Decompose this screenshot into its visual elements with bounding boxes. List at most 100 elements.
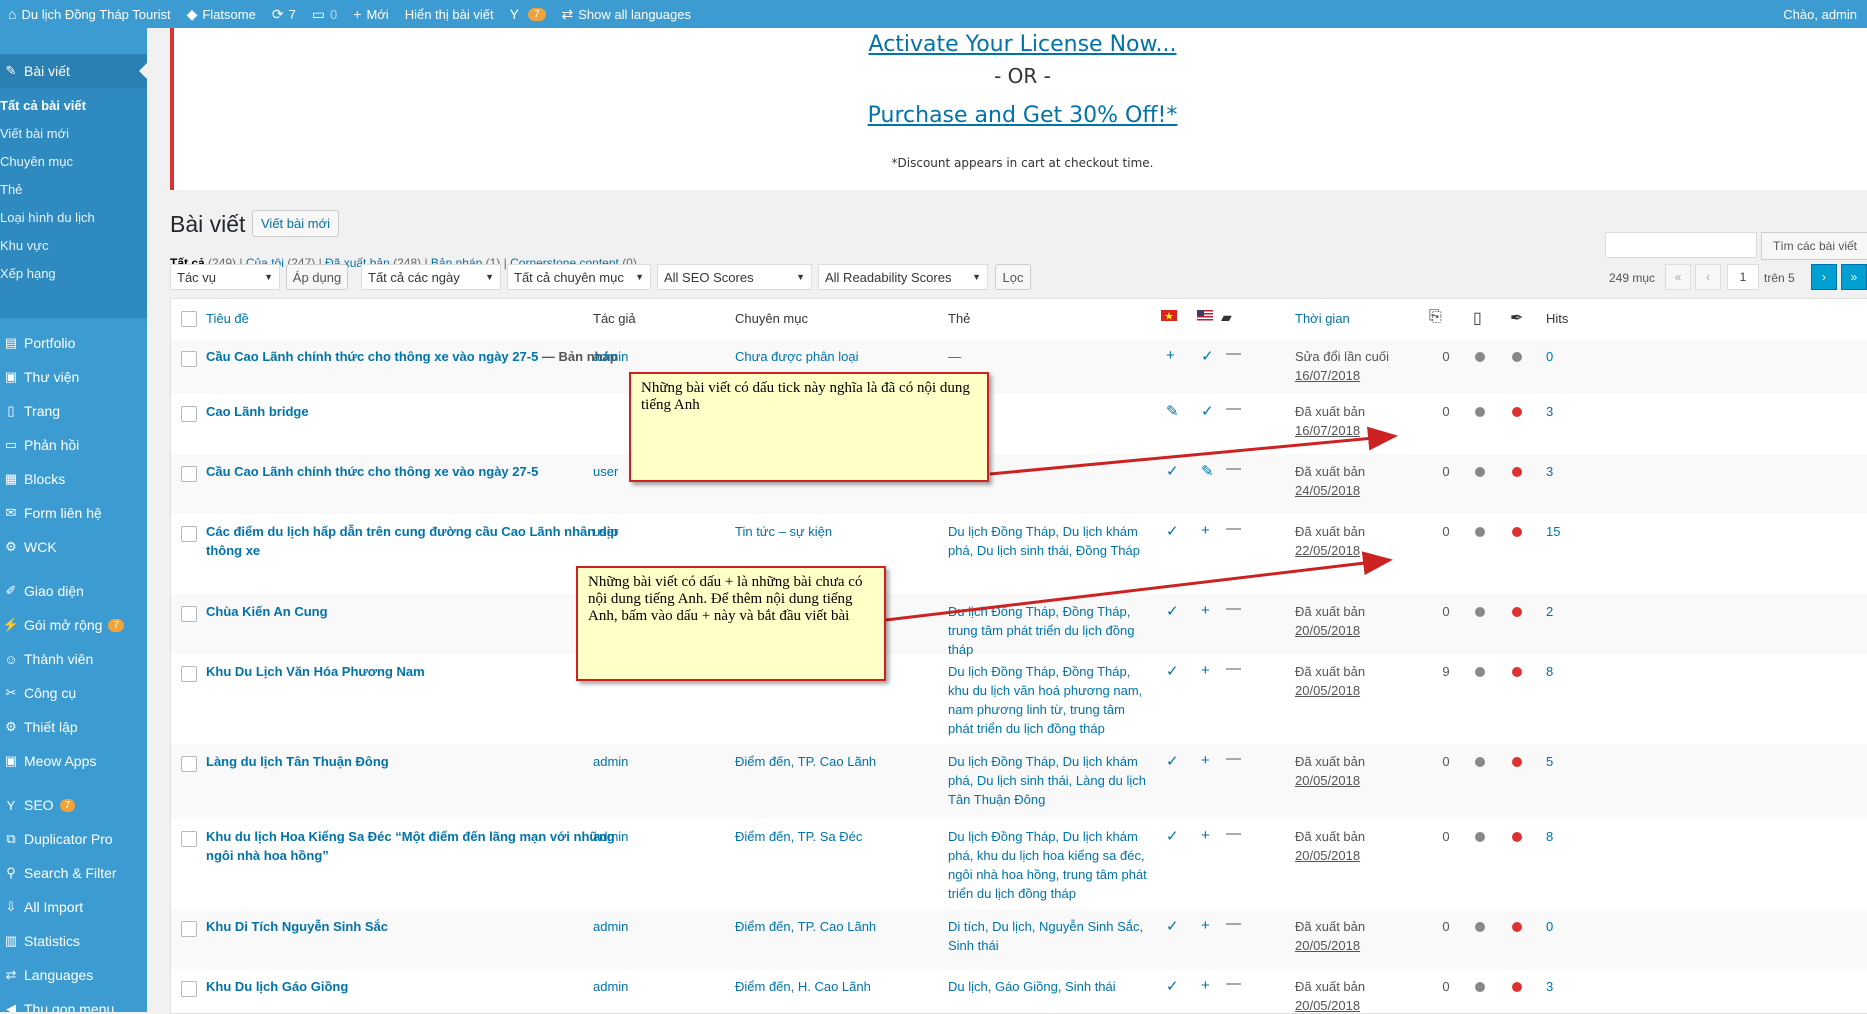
bulk-action-select[interactable]: Tác vụ ▼ [170,264,280,290]
en-pencil-icon[interactable]: ✎ [1201,462,1214,480]
filter-button[interactable]: Lọc [995,264,1031,290]
col-title[interactable]: Tiêu đề [206,311,249,326]
menu-users[interactable]: ☺ Thành viên [0,644,147,674]
vi-checkmark-icon[interactable]: ✓ [1166,462,1179,480]
menu-settings[interactable]: ⚙ Thiết lập [0,712,147,742]
author-link[interactable]: admin [593,977,628,996]
en-plus-icon[interactable]: + [1201,602,1210,619]
author-link[interactable]: admin [593,347,628,366]
menu-portfolio[interactable]: ▤ Portfolio [0,328,147,358]
post-title-link[interactable]: Khu Du Lịch Văn Hóa Phương Nam [206,664,425,679]
tag-links[interactable]: Di tích, Du lịch, Nguyễn Sinh Sắc, Sinh … [948,917,1148,955]
row-checkbox[interactable] [181,526,197,542]
tag-links[interactable]: Du lịch Đồng Tháp, Đồng Tháp, trung tâm … [948,602,1148,659]
submenu-tour-types[interactable]: Loại hình du lịch [0,203,147,231]
menu-media[interactable]: ▣ Thư viện [0,362,147,392]
post-title-link[interactable]: Khu Du lịch Gáo Giồng [206,979,348,994]
menu-meow-apps[interactable]: ▣ Meow Apps [0,746,147,776]
menu-tools[interactable]: ✂ Công cụ [0,678,147,708]
author-link[interactable]: admin [593,917,628,936]
category-filter-select[interactable]: Tất cả chuyên mục ▼ [507,264,651,290]
en-plus-icon[interactable]: + [1201,752,1210,769]
vi-checkmark-icon[interactable]: ✓ [1166,917,1179,935]
category-links[interactable]: Điểm đến, TP. Cao Lãnh [735,752,925,771]
en-plus-icon[interactable]: + [1201,827,1210,844]
tag-links[interactable]: Du lịch Đồng Tháp, Đồng Tháp, khu du lịc… [948,662,1148,738]
post-title-link[interactable]: Cao Lãnh bridge [206,404,309,419]
menu-posts[interactable]: ✎ Bài viết [0,54,147,88]
author-link[interactable]: admin [593,827,628,846]
last-page-button[interactable]: » [1841,264,1867,290]
submenu-regions[interactable]: Khu vực [0,231,147,259]
en-checkmark-icon[interactable]: ✓ [1201,347,1214,365]
row-checkbox[interactable] [181,756,197,772]
vi-checkmark-icon[interactable]: ✓ [1166,522,1179,540]
category-links[interactable]: Điểm đến, TP. Cao Lãnh [735,917,925,936]
activate-license-link[interactable]: Activate Your License Now... [174,32,1867,57]
post-title-link[interactable]: Làng du lịch Tân Thuận Đông [206,754,389,769]
menu-seo[interactable]: Y SEO 7 [0,790,147,820]
vi-checkmark-icon[interactable]: ✓ [1166,977,1179,995]
menu-wck[interactable]: ⚙ WCK [0,532,147,562]
row-checkbox[interactable] [181,606,197,622]
updates-link[interactable]: ⟳ 7 [264,0,304,28]
post-title-link[interactable]: Chùa Kiến An Cung [206,604,328,619]
purchase-link[interactable]: Purchase and Get 30% Off!* [174,103,1867,128]
category-links[interactable]: Tin tức – sự kiện [735,522,925,541]
vi-plus-icon[interactable]: + [1166,347,1175,364]
menu-contact-form[interactable]: ✉ Form liên hệ [0,498,147,528]
category-links[interactable]: Điểm đến, TP. Sa Đéc [735,827,925,846]
category-links[interactable]: Chưa được phân loại [735,347,925,366]
menu-collapse[interactable]: ◀ Thu gọn menu [0,994,147,1012]
search-posts-button[interactable]: Tìm các bài viết [1761,232,1867,260]
author-link[interactable]: user [593,522,618,541]
en-plus-icon[interactable]: + [1201,977,1210,994]
new-content-link[interactable]: + Mới [345,0,396,28]
seo-filter-select[interactable]: All SEO Scores ▼ [657,264,812,290]
vi-checkmark-icon[interactable]: ✓ [1166,752,1179,770]
menu-appearance[interactable]: ✐ Giao diện [0,576,147,606]
post-title-link[interactable]: Các điểm du lịch hấp dẫn trên cung đường… [206,524,618,558]
tag-links[interactable]: Du lịch Đồng Tháp, Du lịch khám phá, Du … [948,522,1148,560]
next-page-button[interactable]: › [1811,264,1837,290]
vi-checkmark-icon[interactable]: ✓ [1166,602,1179,620]
author-link[interactable]: admin [593,752,628,771]
add-new-post-button[interactable]: Viết bài mới [252,210,339,237]
menu-comments[interactable]: ▭ Phản hồi [0,430,147,460]
select-all-checkbox[interactable] [181,311,197,327]
vi-checkmark-icon[interactable]: ✓ [1166,662,1179,680]
readability-filter-select[interactable]: All Readability Scores ▼ [818,264,988,290]
row-checkbox[interactable] [181,981,197,997]
row-checkbox[interactable] [181,466,197,482]
menu-blocks[interactable]: ▦ Blocks [0,464,147,494]
post-title-link[interactable]: Khu Di Tích Nguyễn Sinh Sắc [206,919,388,934]
vi-pencil-icon[interactable]: ✎ [1166,402,1179,420]
site-name-link[interactable]: ⌂ Du lịch Đồng Tháp Tourist [0,0,179,28]
view-posts-link[interactable]: Hiển thị bài viết [397,0,502,28]
comments-link[interactable]: ▭ 0 [304,0,345,28]
yoast-link[interactable]: Y 7 [502,0,554,28]
date-filter-select[interactable]: Tất cả các ngày ▼ [361,264,501,290]
row-checkbox[interactable] [181,406,197,422]
en-checkmark-icon[interactable]: ✓ [1201,402,1214,420]
vi-checkmark-icon[interactable]: ✓ [1166,827,1179,845]
current-page-input[interactable]: 1 [1727,264,1759,290]
post-title-link[interactable]: Khu du lịch Hoa Kiểng Sa Đéc “Một điểm đ… [206,829,615,863]
row-checkbox[interactable] [181,921,197,937]
menu-statistics[interactable]: ▥ Statistics [0,926,147,956]
prev-page-button[interactable]: ‹ [1695,264,1721,290]
submenu-all-posts[interactable]: Tất cả bài viết [0,91,147,119]
post-title-link[interactable]: Cầu Cao Lãnh chính thức cho thông xe vào… [206,464,538,479]
submenu-add-new[interactable]: Viết bài mới [0,119,147,147]
category-links[interactable]: Điểm đến, H. Cao Lãnh [735,977,925,996]
apply-button[interactable]: Áp dụng [286,264,348,290]
tag-links[interactable]: Du lịch, Gáo Giồng, Sinh thái [948,977,1148,996]
row-checkbox[interactable] [181,351,197,367]
menu-plugins[interactable]: ⚡ Gói mở rộng 7 [0,610,147,640]
tag-links[interactable]: Du lịch Đồng Tháp, Du lịch khám phá, khu… [948,827,1148,903]
post-title-link[interactable]: Cầu Cao Lãnh chính thức cho thông xe vào… [206,349,538,364]
menu-search-filter[interactable]: ⚲ Search & Filter [0,858,147,888]
row-checkbox[interactable] [181,831,197,847]
menu-pages[interactable]: ▯ Trang [0,396,147,426]
tag-links[interactable]: Du lịch Đồng Tháp, Du lịch khám phá, Du … [948,752,1148,809]
